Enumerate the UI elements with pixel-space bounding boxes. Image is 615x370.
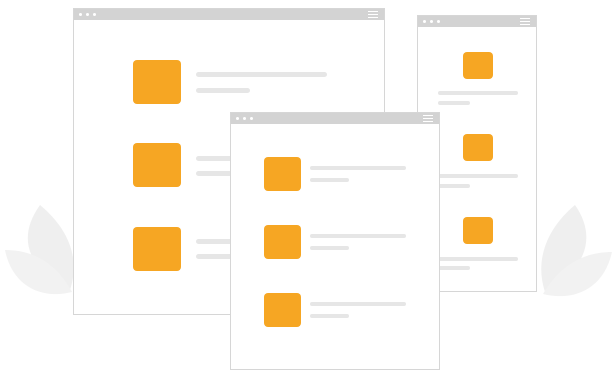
three-dots-icon: [423, 20, 440, 23]
content-tile: [463, 134, 493, 161]
content-tile: [264, 293, 301, 327]
placeholder-line: [310, 166, 406, 170]
hamburger-menu-icon: [368, 11, 378, 18]
placeholder-line: [310, 246, 349, 250]
placeholder-line: [310, 234, 406, 238]
placeholder-line: [438, 257, 518, 261]
placeholder-line: [196, 72, 327, 77]
content-tile: [133, 227, 181, 271]
content-tile: [463, 217, 493, 244]
content-tile: [264, 225, 301, 259]
content-tile: [133, 143, 181, 187]
placeholder-line: [438, 174, 518, 178]
placeholder-line: [438, 266, 470, 270]
placeholder-line: [438, 184, 470, 188]
placeholder-line: [438, 101, 470, 105]
window-titlebar: [231, 113, 439, 124]
placeholder-line: [438, 91, 518, 95]
content-tile: [264, 157, 301, 191]
placeholder-line: [196, 88, 250, 93]
content-tile: [133, 60, 181, 104]
placeholder-line: [310, 314, 349, 318]
window-titlebar: [74, 9, 384, 20]
three-dots-icon: [236, 117, 253, 120]
hamburger-menu-icon: [423, 115, 433, 122]
hamburger-menu-icon: [520, 18, 530, 25]
window-titlebar: [418, 16, 536, 27]
placeholder-line: [310, 178, 349, 182]
illustration: [0, 0, 615, 370]
content-tile: [463, 52, 493, 79]
three-dots-icon: [79, 13, 96, 16]
browser-window-front: [230, 112, 440, 370]
placeholder-line: [310, 302, 406, 306]
